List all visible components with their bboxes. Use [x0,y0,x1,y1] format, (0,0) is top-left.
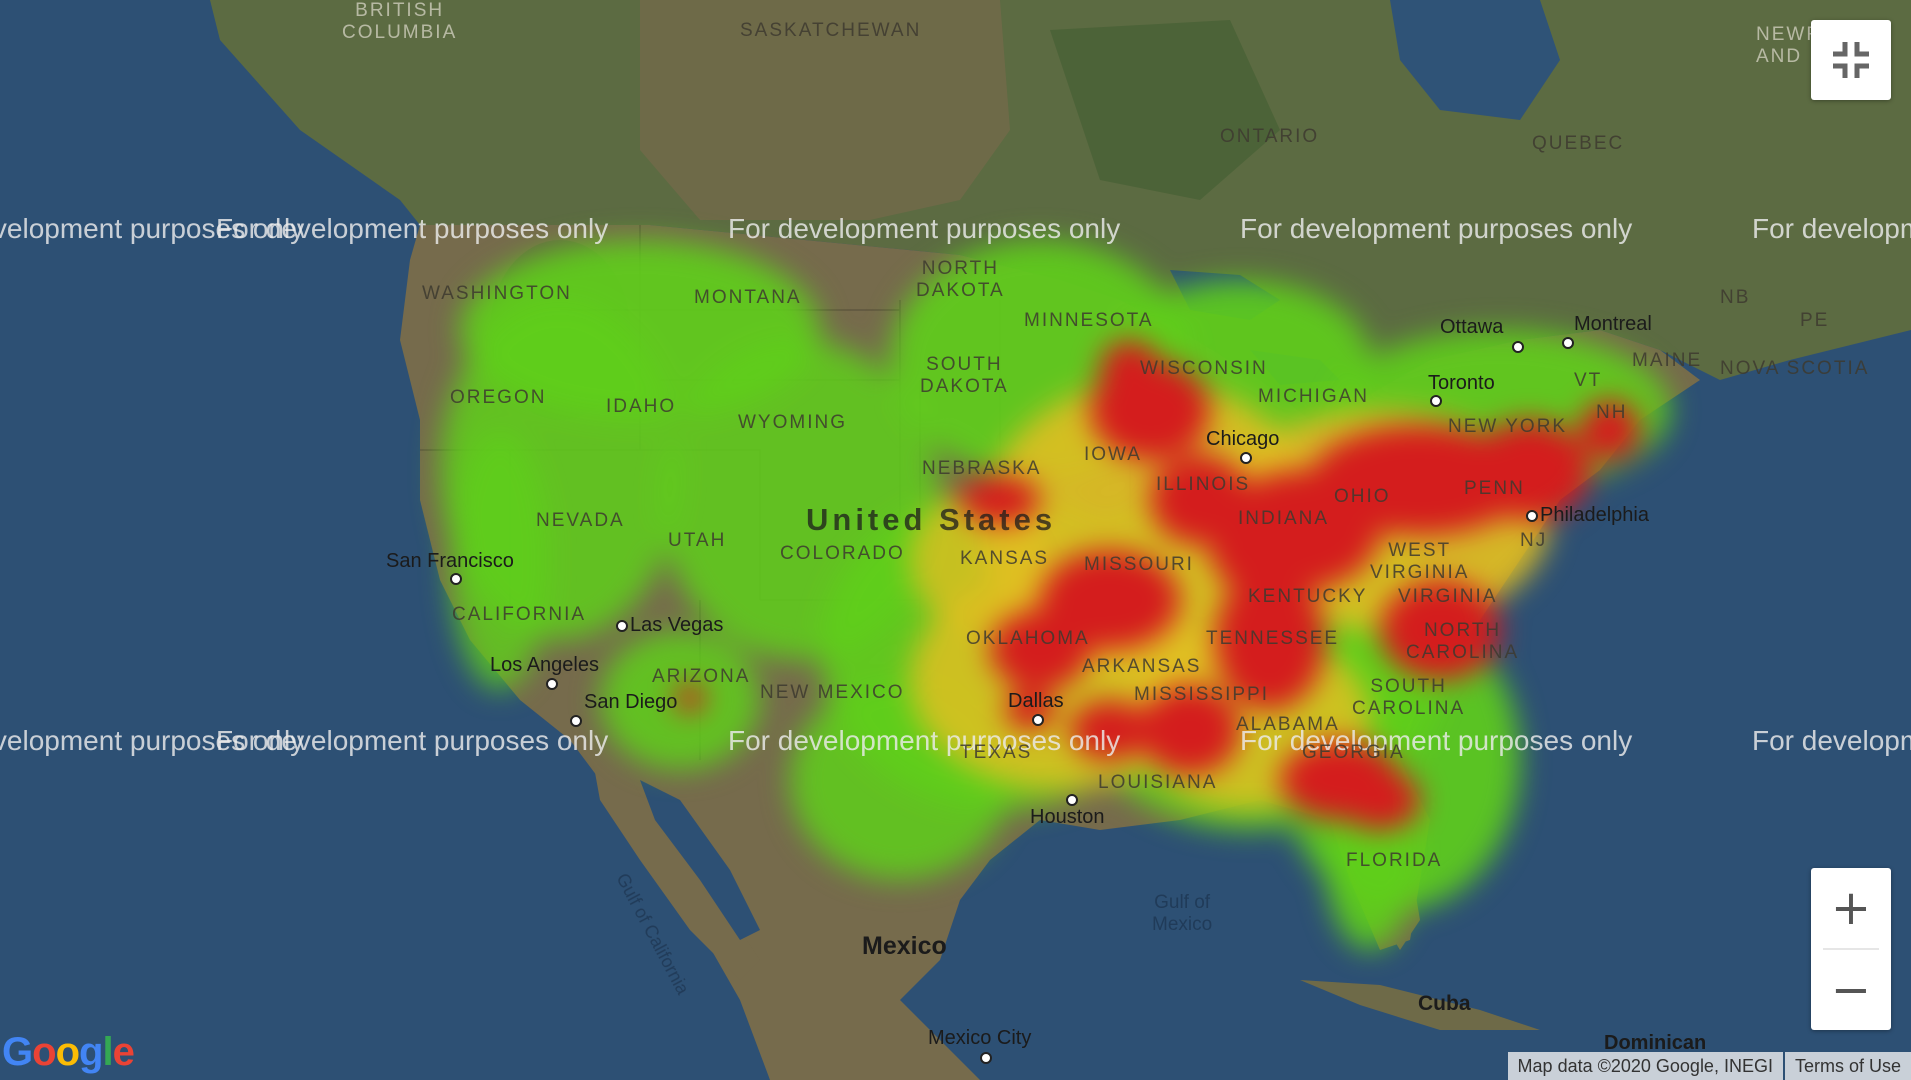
city-label[interactable]: Ottawa [1440,316,1503,339]
region-label: ARKANSAS [1082,656,1202,677]
heatmap-layer [440,240,1670,950]
region-label: NH [1596,402,1628,423]
region-label: FLORIDA [1346,850,1443,871]
region-label: NJ [1520,530,1548,551]
region-label: KANSAS [960,548,1050,569]
city-marker [1066,794,1078,806]
region-label: IOWA [1084,444,1142,465]
map-footer: Map data ©2020 Google, INEGI Terms of Us… [1506,1052,1911,1080]
country-label: Mexico [862,932,947,960]
region-label: PENN [1464,478,1525,499]
city-marker [1240,452,1252,464]
region-label: ILLINOIS [1156,474,1251,495]
city-marker [570,715,582,727]
region-label: WASHINGTON [422,283,572,304]
city-marker [616,620,628,632]
region-label: VT [1574,370,1603,391]
minus-icon: − [1830,962,1872,1018]
region-label: MISSISSIPPI [1134,684,1269,705]
region-label: NORTH CAROLINA [1406,620,1520,663]
map-canvas[interactable]: For development purposes only For develo… [0,0,1911,1080]
region-label: IDAHO [606,396,677,417]
city-marker [1430,395,1442,407]
water-label: Gulf of Mexico [1152,892,1213,935]
city-marker [1562,337,1574,349]
city-label[interactable]: Dallas [1008,690,1064,713]
watermark: For development purposes only [1752,213,1911,244]
country-label: Cuba [1418,992,1471,1015]
region-label: NB [1720,287,1751,308]
region-label: SOUTH DAKOTA [920,354,1009,397]
city-marker [1032,714,1044,726]
region-label: BRITISH COLUMBIA [342,0,458,43]
city-label[interactable]: San Francisco [386,550,514,573]
google-logo[interactable]: Google [2,1030,135,1075]
region-label: NEVADA [536,510,625,531]
region-label: NEBRASKA [922,458,1042,479]
city-marker [546,678,558,690]
region-label: TENNESSEE [1206,628,1340,649]
region-label: ONTARIO [1220,126,1320,147]
zoom-out-button[interactable]: − [1811,950,1891,1030]
region-label: MICHIGAN [1258,386,1369,407]
region-label: SOUTH CAROLINA [1352,676,1466,719]
region-label: CALIFORNIA [452,604,587,625]
region-label: ALABAMA [1236,714,1340,735]
city-label[interactable]: Las Vegas [630,614,723,637]
map-data-attribution: Map data ©2020 Google, INEGI [1507,1052,1783,1080]
region-label: COLORADO [780,543,905,564]
city-label[interactable]: Los Angeles [490,654,599,677]
region-label: VIRGINIA [1398,586,1498,607]
city-label[interactable]: Chicago [1206,428,1279,451]
region-label: MONTANA [694,287,802,308]
region-label: NOVA SCOTIA [1720,358,1870,379]
region-label: OREGON [450,387,547,408]
region-label: NORTH DAKOTA [916,258,1005,301]
region-label: NEW MEXICO [760,682,905,703]
zoom-in-button[interactable]: + [1811,868,1891,948]
region-label: INDIANA [1238,508,1330,529]
city-marker [450,573,462,585]
region-label: MINNESOTA [1024,310,1154,331]
region-label: WEST VIRGINIA [1370,540,1470,583]
region-label: PE [1800,310,1830,331]
city-marker [980,1052,992,1064]
city-label[interactable]: Mexico City [928,1027,1031,1050]
watermark: For development purposes only [1752,725,1911,756]
region-label: SASKATCHEWAN [740,20,922,41]
region-label: WYOMING [738,412,847,433]
region-label: WISCONSIN [1140,358,1268,379]
watermark: For development purposes only [1240,213,1633,244]
region-label: MAINE [1632,350,1703,371]
country-label: United States [806,502,1057,537]
region-label: OKLAHOMA [966,628,1090,649]
watermark: For development purposes only [728,725,1121,756]
region-label: GEORGIA [1302,742,1405,763]
city-label[interactable]: Houston [1030,806,1105,829]
watermark: For development purposes only [216,213,609,244]
watermark: For development purposes only [216,725,609,756]
zoom-control: + − [1811,868,1891,1030]
city-marker [1512,341,1524,353]
exit-fullscreen-icon [1833,42,1869,78]
city-label[interactable]: Toronto [1428,372,1495,395]
region-label: KENTUCKY [1248,586,1368,607]
region-label: OHIO [1334,486,1391,507]
region-label: TEXAS [960,742,1033,763]
region-label: MISSOURI [1084,554,1194,575]
city-label[interactable]: Philadelphia [1540,504,1649,527]
region-label: QUEBEC [1532,133,1625,154]
region-label: ARIZONA [652,666,751,687]
city-label[interactable]: San Diego [584,691,677,714]
watermark: For development purposes only [728,213,1121,244]
region-label: NEW YORK [1448,416,1568,437]
plus-icon: + [1830,880,1872,936]
city-label[interactable]: Montreal [1574,313,1652,336]
exit-fullscreen-button[interactable] [1811,20,1891,100]
terms-of-use-link[interactable]: Terms of Use [1784,1052,1911,1080]
region-label: UTAH [668,530,727,551]
region-label: LOUISIANA [1098,772,1218,793]
city-marker [1526,510,1538,522]
